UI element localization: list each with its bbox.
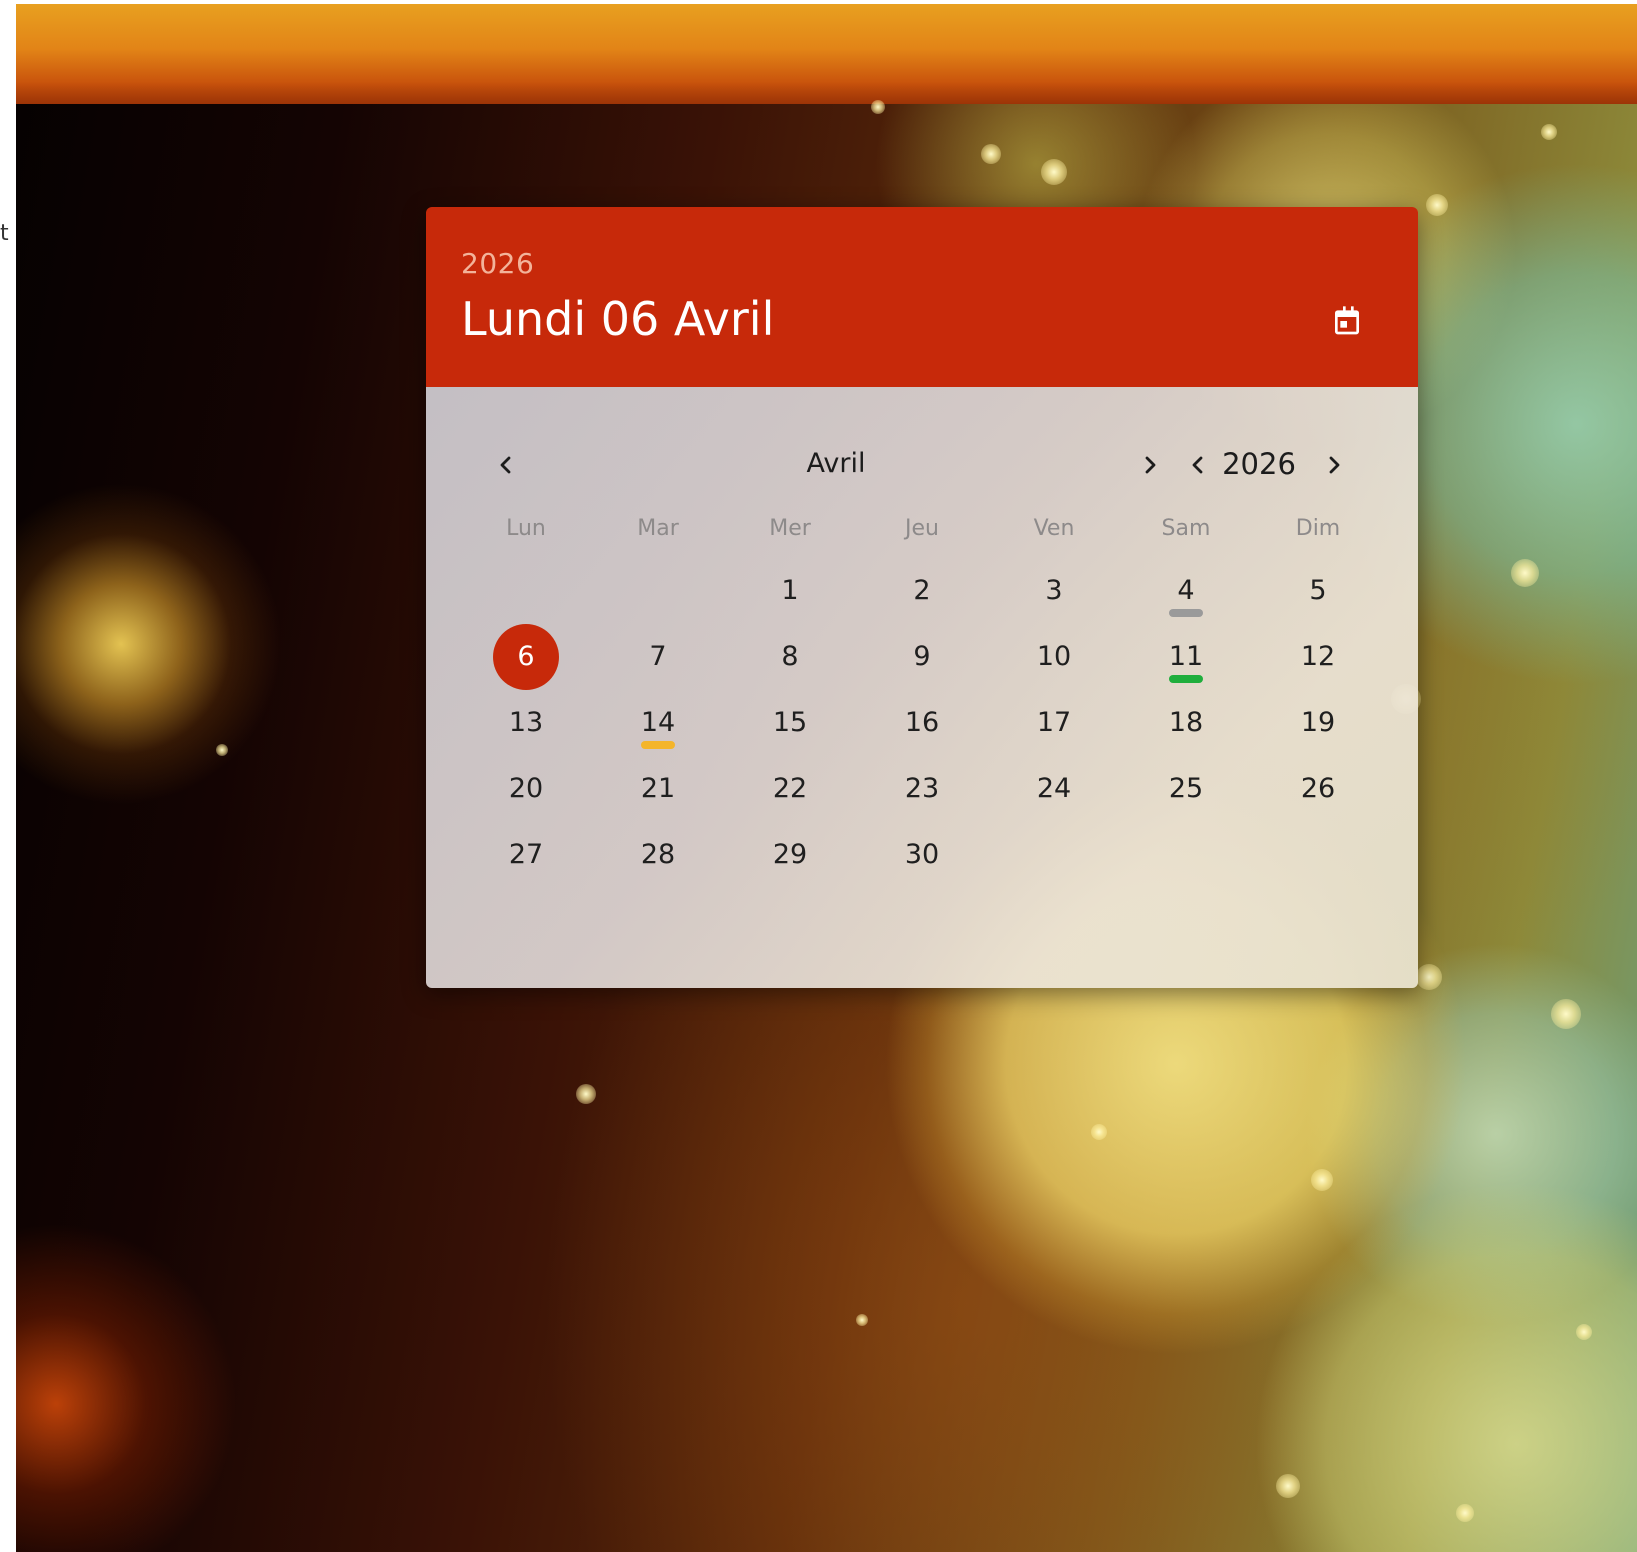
month-label[interactable]: Avril bbox=[766, 447, 906, 481]
day-cell[interactable]: 28 bbox=[625, 822, 691, 888]
chevron-left-icon bbox=[500, 456, 511, 474]
sparkle bbox=[871, 100, 885, 114]
day-cell[interactable]: 24 bbox=[1021, 756, 1087, 822]
top-bar bbox=[16, 4, 1637, 104]
prev-year-button[interactable] bbox=[1183, 450, 1213, 480]
sparkle bbox=[856, 1314, 868, 1326]
day-cell[interactable]: 23 bbox=[889, 756, 955, 822]
day-cell[interactable]: 1 bbox=[757, 558, 823, 624]
background: 2026 Lundi 06 Avril Avril 2026 Lun Mar M… bbox=[16, 4, 1637, 1552]
sparkle bbox=[981, 144, 1001, 164]
next-year-button[interactable] bbox=[1319, 450, 1349, 480]
day-cell[interactable]: 7 bbox=[625, 624, 691, 690]
weekday-header: Mer bbox=[769, 516, 811, 541]
sparkle bbox=[1576, 1324, 1592, 1340]
day-cell[interactable]: 18 bbox=[1153, 690, 1219, 756]
sparkle bbox=[1311, 1169, 1333, 1191]
weekday-header: Sam bbox=[1161, 516, 1211, 541]
weekday-header: Mar bbox=[637, 516, 679, 541]
day-cell[interactable]: 12 bbox=[1285, 624, 1351, 690]
sparkle bbox=[1041, 159, 1067, 185]
day-cell[interactable]: 29 bbox=[757, 822, 823, 888]
day-cell[interactable]: 27 bbox=[493, 822, 559, 888]
day-cell[interactable]: 26 bbox=[1285, 756, 1351, 822]
day-cell[interactable]: 19 bbox=[1285, 690, 1351, 756]
day-cell[interactable]: 21 bbox=[625, 756, 691, 822]
weekday-header: Lun bbox=[506, 516, 546, 541]
day-cell[interactable]: 25 bbox=[1153, 756, 1219, 822]
prev-month-button[interactable] bbox=[491, 450, 521, 480]
day-cell[interactable]: 30 bbox=[889, 822, 955, 888]
picker-header: 2026 Lundi 06 Avril bbox=[426, 207, 1418, 387]
event-marker bbox=[1169, 609, 1203, 617]
sparkle bbox=[1541, 124, 1557, 140]
sparkle bbox=[1276, 1474, 1300, 1498]
sparkle bbox=[1416, 964, 1442, 990]
day-cell[interactable]: 2 bbox=[889, 558, 955, 624]
header-year[interactable]: 2026 bbox=[461, 247, 534, 281]
weekday-header: Dim bbox=[1295, 516, 1341, 541]
sparkle bbox=[1511, 559, 1539, 587]
event-marker bbox=[1169, 675, 1203, 683]
calendar-icon[interactable] bbox=[1331, 305, 1363, 337]
day-cell[interactable]: 17 bbox=[1021, 690, 1087, 756]
day-cell[interactable]: 22 bbox=[757, 756, 823, 822]
sparkle bbox=[216, 744, 228, 756]
chevron-left-icon bbox=[1192, 456, 1203, 474]
calendar-body: Avril 2026 Lun Mar Mer Jeu Ven Sam Dim 1… bbox=[426, 387, 1418, 988]
day-cell[interactable]: 10 bbox=[1021, 624, 1087, 690]
day-cell[interactable]: 15 bbox=[757, 690, 823, 756]
day-cell[interactable]: 16 bbox=[889, 690, 955, 756]
day-cell[interactable]: 9 bbox=[889, 624, 955, 690]
sparkle bbox=[1091, 1124, 1107, 1140]
sparkle bbox=[576, 1084, 596, 1104]
day-cell-selected[interactable]: 6 bbox=[493, 624, 559, 690]
event-marker bbox=[641, 741, 675, 749]
day-cell[interactable]: 3 bbox=[1021, 558, 1087, 624]
chevron-right-icon bbox=[1145, 456, 1156, 474]
next-month-button[interactable] bbox=[1135, 450, 1165, 480]
day-cell[interactable]: 5 bbox=[1285, 558, 1351, 624]
sparkle bbox=[1426, 194, 1448, 216]
sparkle bbox=[1456, 1504, 1474, 1522]
day-cell[interactable]: 20 bbox=[493, 756, 559, 822]
day-cell[interactable]: 13 bbox=[493, 690, 559, 756]
header-selected-date[interactable]: Lundi 06 Avril bbox=[461, 291, 774, 347]
year-label[interactable]: 2026 bbox=[1214, 447, 1304, 481]
sparkle bbox=[1551, 999, 1581, 1029]
date-picker: 2026 Lundi 06 Avril Avril 2026 Lun Mar M… bbox=[426, 207, 1418, 988]
weekday-header: Jeu bbox=[905, 516, 939, 541]
edge-glyph: t bbox=[0, 221, 9, 246]
weekday-header: Ven bbox=[1033, 516, 1075, 541]
day-cell[interactable]: 8 bbox=[757, 624, 823, 690]
chevron-right-icon bbox=[1329, 456, 1340, 474]
